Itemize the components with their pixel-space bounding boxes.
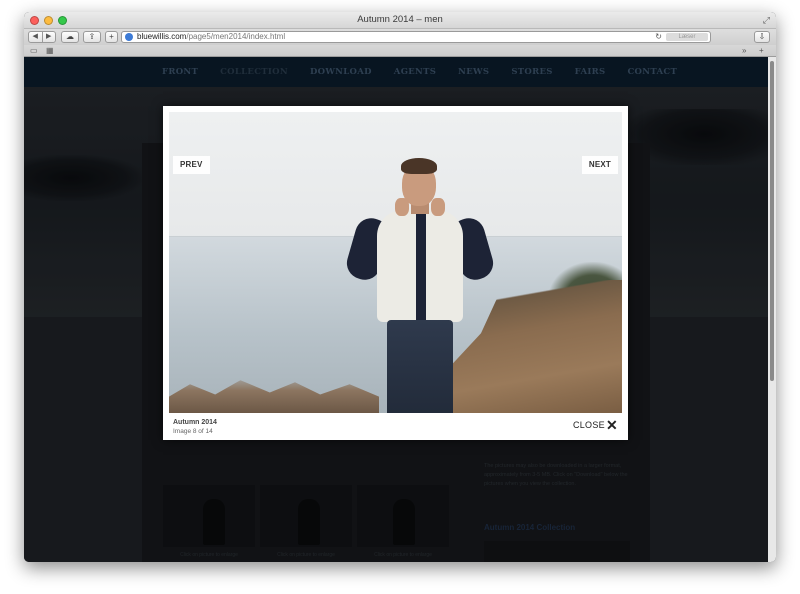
close-label: CLOSE bbox=[572, 420, 605, 430]
grid-icon[interactable]: ▦ bbox=[46, 46, 54, 55]
image-counter: Image 8 of 14 bbox=[173, 428, 213, 435]
forward-arrow-icon[interactable]: ▶ bbox=[41, 32, 56, 42]
right-hand bbox=[431, 198, 445, 216]
url-host: bluewillis.com bbox=[137, 32, 187, 41]
chevron-right-icon[interactable]: » bbox=[742, 46, 746, 55]
hair bbox=[401, 158, 437, 174]
jacket-zip bbox=[416, 214, 426, 322]
address-url: bluewillis.com/page5/men2014/index.html bbox=[137, 32, 285, 42]
address-bar[interactable]: bluewillis.com/page5/men2014/index.html … bbox=[121, 31, 711, 43]
fullscreen-icon[interactable]: ⤢ bbox=[763, 15, 770, 26]
reload-icon[interactable]: ↻ bbox=[655, 32, 662, 42]
book-icon[interactable]: ▭ bbox=[30, 46, 38, 55]
reader-button[interactable]: Læser bbox=[666, 33, 708, 41]
web-page: FRONT COLLECTION DOWNLOAD AGENTS NEWS ST… bbox=[24, 57, 768, 562]
image-title: Autumn 2014 bbox=[173, 419, 217, 426]
history-buttons: ◀ ▶ bbox=[28, 31, 56, 43]
title-bar: Autumn 2014 – men ⤢ bbox=[24, 12, 776, 29]
close-x-icon: ✕ bbox=[605, 417, 618, 433]
new-tab-icon[interactable]: + bbox=[759, 46, 764, 55]
url-path: /page5/men2014/index.html bbox=[186, 32, 286, 41]
share-icon[interactable]: ⇪ bbox=[83, 31, 101, 43]
jeans bbox=[387, 320, 453, 413]
browser-toolbar: ◀ ▶ ☁ ⇪ + bluewillis.com/page5/men2014/i… bbox=[24, 29, 776, 45]
next-button[interactable]: NEXT bbox=[581, 156, 618, 174]
window-title: Autumn 2014 – men bbox=[357, 14, 443, 25]
model-figure bbox=[339, 158, 499, 413]
close-button[interactable]: CLOSE ✕ bbox=[572, 417, 618, 433]
vertical-scrollbar[interactable] bbox=[768, 57, 776, 562]
lightbox: PREV NEXT Autumn 2014 Image 8 of 14 CLOS… bbox=[163, 106, 628, 440]
scrollbar-thumb[interactable] bbox=[770, 61, 774, 381]
back-arrow-icon[interactable]: ◀ bbox=[29, 32, 42, 42]
lightbox-photo[interactable]: PREV NEXT bbox=[169, 112, 622, 413]
bookmarks-bar: ▭ ▦ » + bbox=[24, 45, 776, 57]
browser-window: Autumn 2014 – men ⤢ ◀ ▶ ☁ ⇪ + bluewillis… bbox=[24, 12, 776, 562]
icloud-icon[interactable]: ☁ bbox=[61, 31, 79, 43]
plus-icon[interactable]: + bbox=[105, 31, 118, 43]
prev-button[interactable]: PREV bbox=[173, 156, 210, 174]
download-icon[interactable]: ⇩ bbox=[754, 31, 770, 43]
left-hand bbox=[395, 198, 409, 216]
globe-icon bbox=[125, 33, 133, 41]
